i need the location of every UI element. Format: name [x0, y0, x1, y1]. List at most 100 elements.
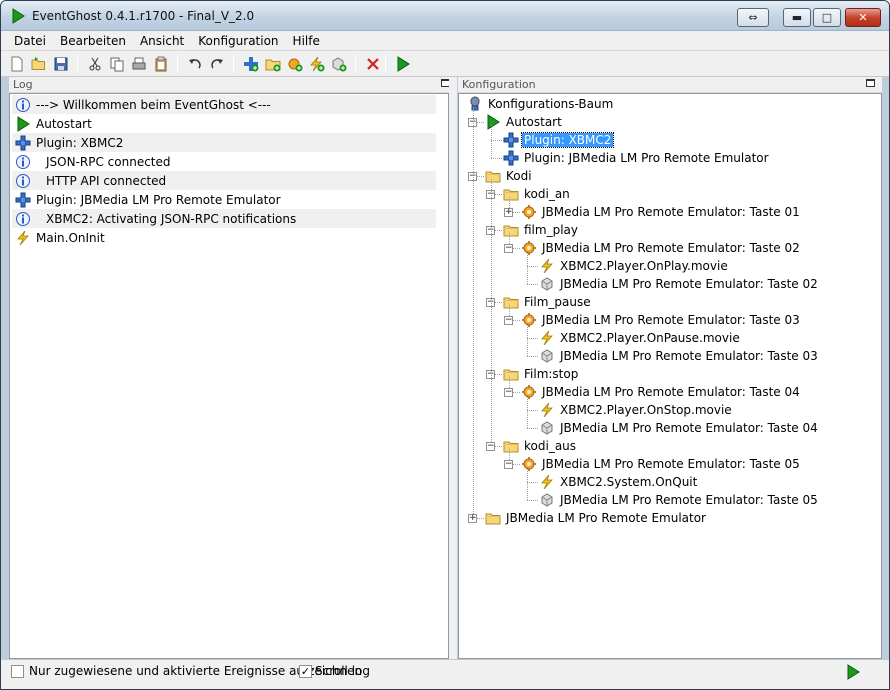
scroll-log-label: Scroll log: [315, 664, 371, 678]
execute-icon: [397, 56, 410, 72]
run-icon[interactable]: [845, 664, 861, 680]
tree-node[interactable]: Konfigurations-Baum: [467, 95, 615, 113]
event-icon: [541, 474, 553, 490]
restore-button[interactable]: ⇔: [737, 8, 769, 27]
tree-node[interactable]: Autostart: [485, 113, 564, 131]
tree-node[interactable]: XBMC2.Player.OnPlay.movie: [539, 257, 730, 275]
menu-konfiguration[interactable]: Konfiguration: [191, 34, 285, 48]
log-entry-text: Plugin: JBMedia LM Pro Remote Emulator: [36, 192, 281, 207]
cut-icon: [89, 57, 101, 71]
tree-node[interactable]: JBMedia LM Pro Remote Emulator: Taste 05: [521, 455, 802, 473]
tree-node[interactable]: JBMedia LM Pro Remote Emulator: Taste 05: [539, 491, 820, 509]
copy-button[interactable]: [107, 54, 127, 74]
only-assigned-checkbox[interactable]: [11, 665, 24, 678]
log-entry[interactable]: Plugin: XBMC2: [12, 133, 436, 152]
tree-node[interactable]: JBMedia LM Pro Remote Emulator: [485, 509, 708, 527]
tree-node-label: Plugin: XBMC2: [520, 132, 615, 148]
log-panel-header: Log: [9, 77, 450, 93]
folder-icon: [503, 225, 519, 237]
tree-collapse-icon[interactable]: −: [504, 388, 513, 397]
add-macro-button[interactable]: [285, 54, 305, 74]
play-icon: [487, 114, 500, 130]
log-entry[interactable]: Main.OnInit: [12, 228, 436, 247]
add-folder-button[interactable]: [263, 54, 283, 74]
tree-node[interactable]: XBMC2.System.OnQuit: [539, 473, 699, 491]
print-button[interactable]: [129, 54, 149, 74]
log-entry[interactable]: XBMC2: Activating JSON-RPC notifications: [12, 209, 436, 228]
config-maximize-icon[interactable]: [866, 79, 875, 87]
config-tree[interactable]: Konfigurations-Baum Autostart − Plugin: XBM…: [458, 93, 882, 659]
log-entry-text: XBMC2: Activating JSON-RPC notifications: [46, 211, 297, 226]
save-button[interactable]: [51, 54, 71, 74]
info-icon: [16, 173, 30, 188]
tree-collapse-icon[interactable]: −: [486, 442, 495, 451]
tree-node[interactable]: XBMC2.Player.OnPause.movie: [539, 329, 742, 347]
tree-node[interactable]: JBMedia LM Pro Remote Emulator: Taste 03: [521, 311, 802, 329]
tree-node-label: XBMC2.Player.OnStop.movie: [560, 403, 732, 417]
tree-node-label: kodi_an: [524, 187, 570, 201]
tree-node[interactable]: kodi_aus: [503, 437, 578, 455]
log-entry[interactable]: ---> Willkommen beim EventGhost <---: [12, 95, 436, 114]
tree-node[interactable]: JBMedia LM Pro Remote Emulator: Taste 03: [539, 347, 820, 365]
tree-node[interactable]: kodi_an: [503, 185, 572, 203]
undo-button[interactable]: [185, 54, 205, 74]
minimize-button[interactable]: ▬: [783, 8, 811, 27]
tree-node-label: JBMedia LM Pro Remote Emulator: [506, 511, 706, 525]
tree-connector: [527, 251, 528, 284]
tree-node[interactable]: Film_pause: [503, 293, 593, 311]
new-file-button[interactable]: [7, 54, 27, 74]
redo-button[interactable]: [207, 54, 227, 74]
copy-icon: [110, 57, 124, 72]
add-plugin-button[interactable]: [241, 54, 261, 74]
tree-connector: [527, 428, 538, 429]
log-entry[interactable]: HTTP API connected: [12, 171, 436, 190]
open-folder-button[interactable]: [29, 54, 49, 74]
pane-splitter[interactable]: [449, 77, 457, 659]
tree-connector: [527, 410, 538, 411]
execute-button[interactable]: [393, 54, 413, 74]
add-event-button[interactable]: [307, 54, 327, 74]
maximize-button[interactable]: □: [813, 8, 841, 27]
tree-collapse-icon[interactable]: −: [504, 244, 513, 253]
save-icon: [54, 57, 68, 71]
log-entry[interactable]: Autostart: [12, 114, 436, 133]
delete-button[interactable]: [363, 54, 383, 74]
tree-collapse-icon[interactable]: −: [504, 316, 513, 325]
paste-button[interactable]: [151, 54, 171, 74]
tree-node[interactable]: JBMedia LM Pro Remote Emulator: Taste 01: [521, 203, 802, 221]
tree-node-label: XBMC2.Player.OnPause.movie: [560, 331, 740, 345]
menu-hilfe[interactable]: Hilfe: [286, 34, 327, 48]
tree-expand-icon[interactable]: +: [504, 208, 513, 217]
tree-node[interactable]: Kodi: [485, 167, 534, 185]
tree-node[interactable]: Plugin: XBMC2: [503, 131, 615, 149]
tree-node-label: Plugin: JBMedia LM Pro Remote Emulator: [524, 151, 769, 165]
action-icon: [541, 493, 553, 507]
plugin-icon: [15, 135, 31, 150]
log-entry[interactable]: Plugin: JBMedia LM Pro Remote Emulator: [12, 190, 436, 209]
close-button[interactable]: ✕: [845, 8, 881, 27]
tree-expand-icon[interactable]: +: [468, 514, 477, 523]
only-assigned-label: Nur zugewiesene und aktivierte Ereigniss…: [29, 664, 363, 678]
add-action-button[interactable]: [329, 54, 349, 74]
tree-node[interactable]: Plugin: JBMedia LM Pro Remote Emulator: [503, 149, 771, 167]
log-entry[interactable]: JSON-RPC connected: [12, 152, 436, 171]
menu-ansicht[interactable]: Ansicht: [133, 34, 191, 48]
tree-node[interactable]: XBMC2.Player.OnStop.movie: [539, 401, 734, 419]
scroll-log-checkbox[interactable]: ✓: [299, 665, 312, 678]
tree-node[interactable]: JBMedia LM Pro Remote Emulator: Taste 04: [539, 419, 820, 437]
tree-node[interactable]: film_play: [503, 221, 580, 239]
event-icon: [541, 258, 553, 274]
title-bar[interactable]: EventGhost 0.4.1.r1700 - Final_V_2.0 ⇔ ▬…: [1, 1, 889, 31]
tree-node-label: JBMedia LM Pro Remote Emulator: Taste 02: [560, 277, 818, 291]
tree-node[interactable]: Film:stop: [503, 365, 580, 383]
delete-icon: [367, 58, 379, 70]
menu-datei[interactable]: Datei: [7, 34, 53, 48]
log-list[interactable]: ---> Willkommen beim EventGhost <--- Auto…: [9, 93, 449, 659]
tree-collapse-icon[interactable]: −: [504, 460, 513, 469]
tree-node-label: Film:stop: [524, 367, 579, 381]
tree-node[interactable]: JBMedia LM Pro Remote Emulator: Taste 04: [521, 383, 802, 401]
menu-bearbeiten[interactable]: Bearbeiten: [53, 34, 133, 48]
tree-node[interactable]: JBMedia LM Pro Remote Emulator: Taste 02: [521, 239, 802, 257]
tree-node[interactable]: JBMedia LM Pro Remote Emulator: Taste 02: [539, 275, 820, 293]
cut-button[interactable]: [85, 54, 105, 74]
